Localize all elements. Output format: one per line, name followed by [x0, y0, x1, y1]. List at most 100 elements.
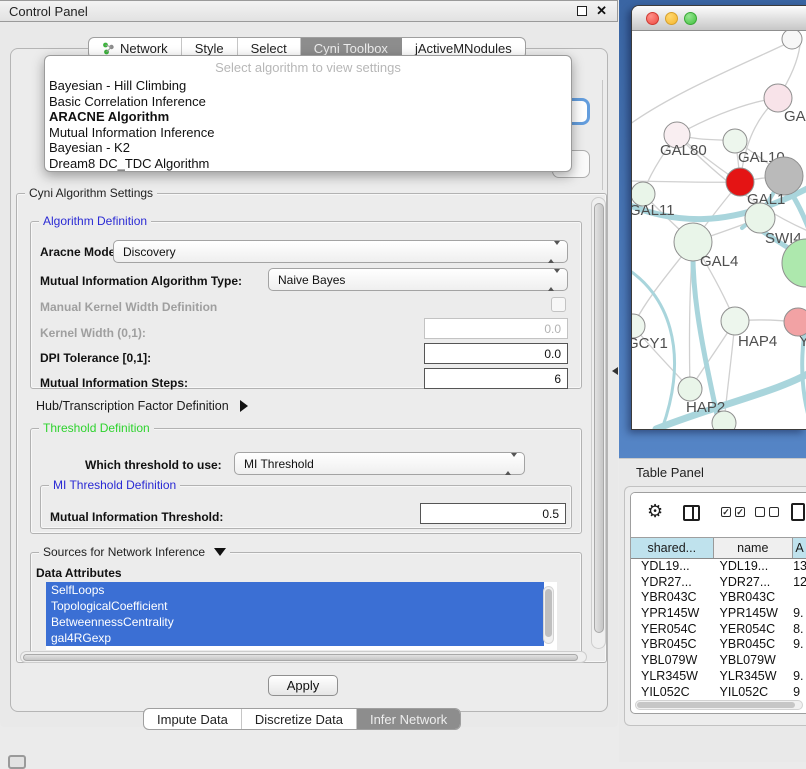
network-node-swi4[interactable]	[745, 203, 775, 233]
scrollbar-thumb[interactable]	[594, 203, 604, 633]
sources-title[interactable]: Sources for Network Inference	[39, 545, 230, 559]
table-cell: 9	[793, 685, 806, 700]
dpi-tolerance-input[interactable]	[424, 343, 568, 364]
dropdown-placeholder: Select algorithm to view settings	[45, 56, 571, 78]
table-toolbar: ⚙ ✓ ✓	[631, 493, 806, 537]
checked-checkbox-icon[interactable]: ✓	[721, 507, 731, 517]
combo-stepper-icon	[548, 245, 560, 259]
expand-right-icon	[240, 400, 248, 412]
table-cell	[793, 590, 806, 606]
table-row[interactable]: YBR045CYBR045C9.	[631, 637, 806, 653]
tab-impute-data[interactable]: Impute Data	[144, 709, 242, 729]
table-cell: YDR27...	[631, 575, 714, 591]
checked-checkbox-icon[interactable]: ✓	[735, 507, 745, 517]
tab-label: Discretize Data	[255, 709, 343, 730]
table-row[interactable]: YBR043CYBR043C	[631, 590, 806, 606]
tab-discretize-data[interactable]: Discretize Data	[242, 709, 357, 729]
aracne-mode-combo[interactable]: Discovery	[113, 240, 568, 263]
float-window-icon[interactable]	[577, 6, 587, 16]
attribute-item-gal4rgexp[interactable]: gal4RGexp	[46, 630, 544, 646]
aracne-mode-value: Discovery	[123, 245, 176, 259]
network-view-window[interactable]: GALGAL80GAL10GAL1GAL11SWI4GAL4GCY1HAP4YH…	[631, 5, 806, 430]
aracne-mode-label: Aracne Mode:	[40, 245, 119, 259]
table-cell: YER054C	[714, 622, 794, 638]
table-row[interactable]: YDR27...YDR27...12	[631, 575, 806, 591]
table-row[interactable]: YLR345WYLR345W9.	[631, 669, 806, 685]
algorithm-dropdown-list: Select algorithm to view settings Bayesi…	[44, 55, 572, 172]
hub-section-label: Hub/Transcription Factor Definition	[36, 399, 229, 413]
settings-vertical-scrollbar[interactable]	[591, 197, 606, 649]
algorithm-option-bayesian-k2[interactable]: Bayesian - K2	[45, 140, 571, 156]
network-node-hap2[interactable]	[678, 377, 702, 401]
split-columns-icon[interactable]	[683, 505, 700, 521]
attribute-item-topologicalcoefficient[interactable]: TopologicalCoefficient	[46, 598, 544, 614]
table-cell: YBR043C	[631, 590, 714, 606]
settings-gear-icon[interactable]: ⚙	[647, 501, 663, 522]
data-attributes-list: SelfLoopsTopologicalCoefficientBetweenne…	[46, 582, 557, 650]
scrollbar-thumb[interactable]	[545, 589, 552, 637]
table-cell: 8.	[793, 622, 806, 638]
algorithm-option-bayesian-hill-climbing[interactable]: Bayesian - Hill Climbing	[45, 78, 571, 94]
settings-group-title: Cyni Algorithm Settings	[25, 186, 157, 200]
table-cell: YBL079W	[631, 653, 714, 669]
algorithm-option-aracne-algorithm[interactable]: ARACNE Algorithm	[45, 109, 571, 125]
scrollbar-thumb[interactable]	[23, 654, 578, 661]
network-canvas[interactable]: GALGAL80GAL10GAL1GAL11SWI4GAL4GCY1HAP4YH…	[632, 31, 806, 429]
network-node-salmon-cut[interactable]	[784, 308, 806, 336]
hub-transcription-section[interactable]: Hub/Transcription Factor Definition	[36, 399, 248, 413]
algorithm-option-basic-correlation-inference[interactable]: Basic Correlation Inference	[45, 94, 571, 110]
tab-label: Infer Network	[370, 709, 447, 730]
table-row[interactable]: YBL079WYBL079W	[631, 653, 806, 669]
table-row[interactable]: YDL19...YDL19...13	[631, 559, 806, 575]
apply-button[interactable]: Apply	[268, 675, 338, 696]
mi-threshold-input[interactable]	[420, 503, 566, 524]
settings-horizontal-scrollbar[interactable]	[20, 651, 587, 663]
attribute-item-selfloops[interactable]: SelfLoops	[46, 582, 544, 598]
manual-kernel-checkbox[interactable]	[551, 297, 566, 312]
close-icon[interactable]: ✕	[596, 3, 607, 19]
document-icon[interactable]	[791, 503, 805, 521]
mi-steps-input[interactable]	[424, 368, 568, 389]
network-node-gray-node[interactable]	[765, 157, 803, 195]
scrollbar-thumb[interactable]	[637, 702, 795, 708]
column-header-a[interactable]: A	[793, 538, 806, 558]
which-threshold-combo[interactable]: MI Threshold	[234, 452, 525, 475]
algorithm-option-dream8-dc-tdc-algorithm[interactable]: Dream8 DC_TDC Algorithm	[45, 156, 571, 172]
unchecked-checkbox-icon[interactable]	[755, 507, 765, 517]
algorithm-option-mutual-information-inference[interactable]: Mutual Information Inference	[45, 125, 571, 141]
mac-zoom-button[interactable]	[684, 12, 697, 25]
partial-icon	[8, 755, 26, 769]
network-node-hap4[interactable]	[721, 307, 749, 335]
table-row[interactable]: YER054CYER054C8.	[631, 622, 806, 638]
mac-minimize-button[interactable]	[665, 12, 678, 25]
table-cell: 9.	[793, 669, 806, 685]
table-cell: YPR145W	[631, 606, 714, 622]
attribute-item-betweennesscentrality[interactable]: BetweennessCentrality	[46, 614, 544, 630]
column-header-shared[interactable]: shared...	[631, 538, 714, 558]
table-cell: YDL19...	[714, 559, 794, 575]
mac-close-button[interactable]	[646, 12, 659, 25]
network-node-top-partial[interactable]	[782, 31, 802, 49]
column-header-name[interactable]: name	[714, 538, 794, 558]
unchecked-checkbox-icon[interactable]	[769, 507, 779, 517]
table-cell: YDL19...	[631, 559, 714, 575]
panel-collapse-arrow-icon[interactable]	[612, 367, 618, 375]
network-window-titlebar[interactable]	[632, 6, 806, 31]
table-row[interactable]: YIL052CYIL052C9	[631, 685, 806, 700]
attributes-scrollbar[interactable]	[543, 586, 554, 644]
node-label-gal11: GAL11	[632, 202, 675, 219]
table-cell: YIL052C	[714, 685, 794, 700]
tab-label: Impute Data	[157, 709, 228, 730]
collapse-down-icon	[214, 548, 226, 556]
mi-type-combo[interactable]: Naive Bayes	[268, 268, 568, 291]
table-row[interactable]: YPR145WYPR145W9.	[631, 606, 806, 622]
tab-infer-network[interactable]: Infer Network	[357, 709, 460, 729]
mi-threshold-definition-title: MI Threshold Definition	[49, 478, 180, 492]
combo-stepper-icon	[505, 457, 517, 471]
table-window: ⚙ ✓ ✓ shared...nameA YDL19...YDL19...13Y…	[630, 492, 806, 714]
kernel-width-input[interactable]	[424, 318, 568, 339]
mi-type-label: Mutual Information Algorithm Type:	[40, 274, 242, 288]
table-cell: YIL052C	[631, 685, 714, 700]
table-horizontal-scrollbar[interactable]	[635, 700, 803, 710]
hidden-groupbox-edge	[602, 80, 603, 190]
